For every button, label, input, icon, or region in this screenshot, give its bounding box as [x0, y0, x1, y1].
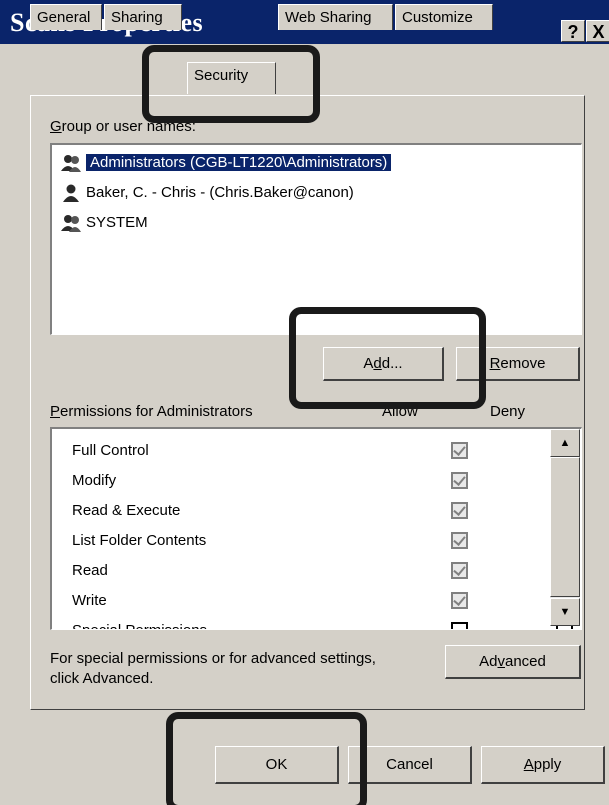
permission-name: Read	[72, 562, 108, 579]
list-item[interactable]: Baker, C. - Chris - (Chris.Baker@canon)	[60, 181, 354, 205]
allow-checkbox[interactable]	[451, 472, 468, 489]
scroll-thumb[interactable]	[550, 457, 580, 597]
scroll-up-icon[interactable]: ▲	[550, 429, 580, 457]
advanced-button[interactable]: Advanced	[445, 645, 581, 679]
permission-name: Modify	[72, 472, 117, 489]
tab-security[interactable]: Security	[187, 62, 276, 94]
user-name: Baker, C. - Chris - (Chris.Baker@canon)	[86, 184, 354, 201]
tab-label: Web Sharing	[285, 9, 372, 26]
permission-name: Special Permissions	[72, 622, 207, 629]
allow-checkbox[interactable]	[451, 532, 468, 549]
tab-general[interactable]: General	[30, 4, 102, 30]
allow-checkbox[interactable]	[451, 502, 468, 519]
list-item[interactable]: Administrators (CGB-LT1220\Administrator…	[60, 151, 392, 175]
permission-row: Full Control	[72, 436, 573, 466]
permissions-scrollbar[interactable]: ▲ ▼	[550, 429, 580, 626]
group-icon	[61, 215, 81, 233]
permission-name: List Folder Contents	[72, 532, 207, 549]
allow-checkbox[interactable]	[451, 442, 468, 459]
permissions-list[interactable]: Full Control Modify Read & Execute List …	[50, 427, 582, 630]
permission-name: Full Control	[72, 442, 149, 459]
user-name: SYSTEM	[86, 214, 148, 231]
help-button[interactable]: ?	[561, 20, 585, 42]
permission-name: Read & Execute	[72, 502, 181, 519]
allow-checkbox[interactable]	[451, 562, 468, 579]
permission-row: Read	[72, 556, 573, 586]
tab-sharing[interactable]: Sharing	[104, 4, 182, 30]
allow-checkbox[interactable]	[451, 592, 468, 609]
ok-button-callout	[166, 712, 367, 805]
tab-label: Customize	[402, 9, 473, 26]
allow-checkbox[interactable]	[451, 622, 468, 629]
tab-web-sharing[interactable]: Web Sharing	[278, 4, 393, 30]
permission-row: Read & Execute	[72, 496, 573, 526]
advanced-help-line2: click Advanced.	[50, 670, 154, 687]
group-icon	[61, 155, 81, 173]
permission-row: Modify	[72, 466, 573, 496]
tab-label: Security	[194, 67, 249, 84]
list-item[interactable]: SYSTEM	[60, 211, 148, 235]
permission-row: Special Permissions	[72, 616, 573, 629]
user-icon	[63, 184, 79, 203]
scroll-down-icon[interactable]: ▼	[550, 598, 580, 626]
user-name: Administrators (CGB-LT1220\Administrator…	[86, 154, 392, 171]
tab-customize[interactable]: Customize	[395, 4, 493, 30]
advanced-help-line1: For special permissions or for advanced …	[50, 650, 376, 667]
permission-row: List Folder Contents	[72, 526, 573, 556]
tab-label: General	[37, 9, 91, 26]
deny-column-header: Deny	[490, 403, 526, 420]
permission-name: Write	[72, 592, 107, 609]
permission-row: Write	[72, 586, 573, 616]
tab-label: Sharing	[111, 9, 163, 26]
permissions-label: Permissions for Administrators	[50, 403, 253, 420]
properties-dialog: Scans Properties ? X General Sharing Sec…	[0, 0, 609, 805]
apply-button[interactable]: Apply	[481, 746, 605, 784]
close-button[interactable]: X	[586, 20, 609, 42]
add-button-callout	[289, 307, 486, 409]
